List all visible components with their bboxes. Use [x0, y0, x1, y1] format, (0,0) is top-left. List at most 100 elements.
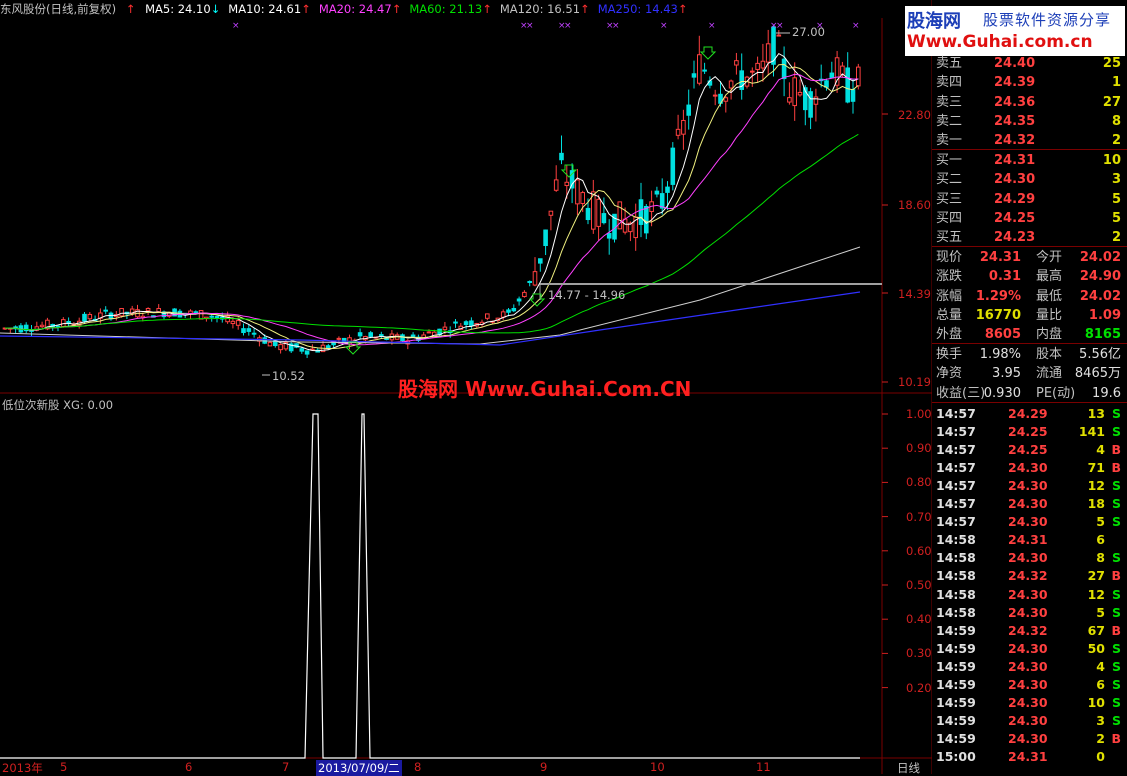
stat-value: 24.02 — [1079, 250, 1121, 265]
tick-row[interactable]: 14:58 24.31 6 — [936, 531, 1125, 549]
tick-volume: 141 — [1078, 424, 1105, 440]
candle-body — [357, 332, 363, 337]
marker-icon: × — [564, 21, 572, 31]
tick-time: 14:59 — [936, 658, 976, 674]
tick-row[interactable]: 14:59 24.30 6 S — [936, 676, 1125, 694]
tick-price: 24.31 — [1008, 748, 1048, 764]
order-volume: 2 — [1111, 133, 1121, 149]
tick-row[interactable]: 14:57 24.30 12 S — [936, 477, 1125, 495]
candle-body — [850, 89, 856, 102]
candle-body — [103, 309, 109, 312]
tick-row[interactable]: 15:00 24.31 0 — [936, 748, 1125, 766]
tick-price: 24.30 — [1008, 712, 1048, 728]
tick-volume: 27 — [1087, 568, 1105, 584]
tick-row[interactable]: 14:59 24.30 50 S — [936, 640, 1125, 658]
candle-body — [670, 147, 676, 185]
sell-order-row[interactable]: 卖二 24.35 8 — [936, 112, 1125, 131]
tick-row[interactable]: 14:57 24.29 13 S — [936, 405, 1125, 423]
indicator-title: 低位次新股 XG: 0.00 — [2, 398, 114, 412]
order-volume: 5 — [1111, 191, 1121, 207]
tick-direction: S — [1111, 550, 1121, 566]
tick-row[interactable]: 14:59 24.30 4 S — [936, 658, 1125, 676]
tick-direction: B — [1111, 568, 1121, 584]
candle-body — [198, 310, 204, 320]
tick-time: 14:59 — [936, 622, 976, 638]
tick-price: 24.25 — [1008, 424, 1048, 440]
tick-row[interactable]: 14:57 24.25 4 B — [936, 441, 1125, 459]
candle-body — [728, 80, 734, 89]
buy-order-row[interactable]: 买四 24.25 5 — [936, 209, 1125, 228]
tick-price: 24.30 — [1008, 730, 1048, 746]
tick-row[interactable]: 14:59 24.32 67 B — [936, 622, 1125, 640]
candle-body — [426, 331, 432, 334]
buy-order-row[interactable]: 买三 24.29 5 — [936, 190, 1125, 209]
tick-volume: 12 — [1087, 586, 1105, 602]
candle-body — [230, 320, 236, 325]
candle-body — [87, 313, 93, 320]
sell-order-row[interactable]: 卖三 24.36 27 — [936, 93, 1125, 112]
watermark-text: 股海网 Www.Guhai.Com.CN — [398, 377, 692, 401]
logo-brand: 股海网 — [907, 11, 961, 32]
candle-body — [712, 94, 718, 97]
order-level-label: 卖五 — [936, 56, 963, 71]
ma60-line — [4, 133, 859, 334]
sell-order-row[interactable]: 卖五 24.40 25 — [936, 54, 1125, 73]
candle-body — [644, 205, 649, 234]
tick-row[interactable]: 14:58 24.30 8 S — [936, 549, 1125, 567]
buy-order-row[interactable]: 买一 24.31 10 — [936, 151, 1125, 170]
order-level-label: 买四 — [936, 210, 963, 226]
ma120-line — [0, 246, 861, 345]
tick-row[interactable]: 14:59 24.30 2 B — [936, 730, 1125, 748]
tick-volume: 6 — [1096, 676, 1105, 692]
order-volume: 5 — [1111, 210, 1121, 226]
tick-row[interactable]: 14:57 24.30 18 S — [936, 495, 1125, 513]
order-level-label: 买三 — [936, 191, 963, 207]
order-price: 24.25 — [994, 210, 1036, 226]
tick-volume: 67 — [1087, 622, 1105, 638]
candle-body — [813, 96, 819, 105]
quote-panel: 卖五 24.40 25 卖四 24.39 1 卖三 24.36 27 卖二 24.35 8 卖一 24.3… — [932, 52, 1127, 774]
candle-body — [596, 198, 601, 227]
tick-row[interactable]: 14:58 24.32 27 B — [936, 567, 1125, 585]
tick-row[interactable]: 14:57 24.25 141 S — [936, 423, 1125, 441]
tick-row[interactable]: 14:58 24.30 12 S — [936, 586, 1125, 604]
stat-row: 外盘 8605 内盘 8165 — [936, 325, 1125, 344]
tick-direction: S — [1111, 604, 1121, 620]
tick-volume: 50 — [1087, 640, 1105, 656]
tick-direction: S — [1111, 424, 1121, 440]
candle-body — [665, 186, 670, 193]
stat-label: 外盘 — [936, 327, 963, 343]
tick-row[interactable]: 14:57 24.30 5 S — [936, 513, 1125, 531]
candle-body — [214, 315, 220, 319]
tick-time: 14:59 — [936, 694, 976, 710]
tick-row[interactable]: 14:59 24.30 3 S — [936, 712, 1125, 730]
divider — [932, 149, 1127, 150]
marker-icon: × — [526, 21, 534, 31]
candle-body — [532, 271, 538, 286]
divider — [932, 343, 1127, 344]
candle-body — [808, 91, 813, 118]
candle-body — [697, 54, 702, 84]
tick-volume: 4 — [1096, 442, 1105, 458]
order-volume: 10 — [1102, 153, 1121, 168]
sell-order-row[interactable]: 卖四 24.39 1 — [936, 73, 1125, 92]
tick-row[interactable]: 14:57 24.30 71 B — [936, 459, 1125, 477]
tick-row[interactable]: 14:59 24.30 10 S — [936, 694, 1125, 712]
candle-body — [379, 334, 384, 337]
candle-body — [734, 60, 739, 66]
buy-order-row[interactable]: 买二 24.30 3 — [936, 170, 1125, 189]
candle-body — [638, 199, 644, 225]
candle-body — [686, 104, 692, 116]
candle-body — [119, 308, 124, 317]
order-volume: 3 — [1111, 172, 1121, 188]
stat-row: 涨跌 0.31 最高 24.90 — [936, 267, 1125, 286]
low-annotation: 10.52 — [272, 369, 305, 383]
tick-row[interactable]: 14:58 24.30 5 S — [936, 604, 1125, 622]
candle-body — [543, 229, 548, 247]
tick-time: 14:57 — [936, 478, 976, 494]
sell-order-row[interactable]: 卖一 24.32 2 — [936, 131, 1125, 150]
order-price: 24.35 — [994, 113, 1036, 129]
chart-area[interactable]: 东风股份(日线,前复权) ↑ MA5: 24.10↓ MA10: 24.61↑ MA… — [0, 0, 932, 776]
buy-order-row[interactable]: 买五 24.23 2 — [936, 228, 1125, 247]
marker-icon: × — [232, 21, 240, 31]
